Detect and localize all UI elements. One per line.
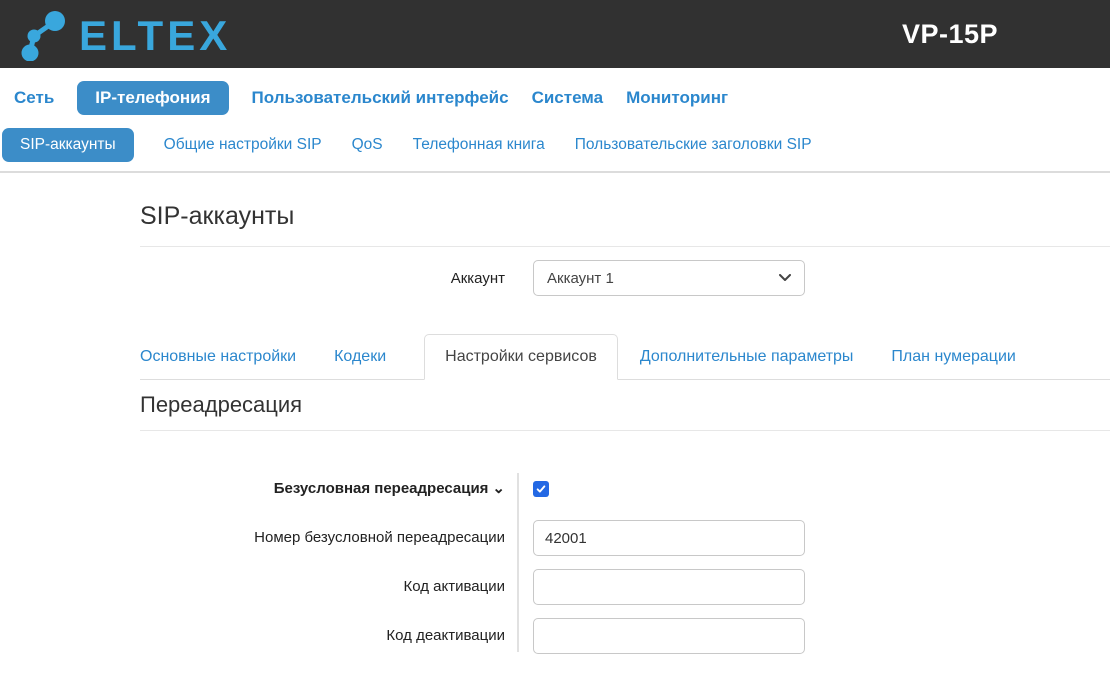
app-header: ELTEX VP-15P	[0, 0, 1110, 68]
page-content: SIP-аккаунты Аккаунт Аккаунт 1 Основные …	[0, 202, 1110, 654]
subnav-item-common-sip-settings[interactable]: Общие настройки SIP	[164, 128, 322, 162]
main-navigation: Сеть IP-телефония Пользовательский интер…	[0, 68, 1110, 128]
chevron-down-icon	[779, 274, 791, 281]
activation-code-row: Код активации	[140, 569, 1110, 605]
tab-basic-settings[interactable]: Основные настройки	[140, 335, 296, 379]
account-selector-row: Аккаунт Аккаунт 1	[140, 260, 1110, 296]
collapse-chevron-icon[interactable]: ⌄	[492, 480, 505, 497]
nav-item-system[interactable]: Система	[532, 81, 604, 115]
subnav-item-sip-accounts[interactable]: SIP-аккаунты	[2, 128, 134, 162]
eltex-wordmark: ELTEX	[79, 12, 231, 59]
sub-navigation: SIP-аккаунты Общие настройки SIP QoS Тел…	[0, 128, 1110, 173]
device-model-title: VP-15P	[901, 18, 998, 49]
subnav-item-qos[interactable]: QoS	[352, 128, 383, 162]
activation-code-input[interactable]	[533, 569, 805, 605]
tab-additional-parameters[interactable]: Дополнительные параметры	[640, 335, 854, 379]
checkmark-icon	[536, 485, 546, 493]
call-forwarding-form: Безусловная переадресация ⌄ Номер безусло…	[140, 471, 1110, 654]
deactivation-code-input[interactable]	[533, 618, 805, 654]
nav-item-monitoring[interactable]: Мониторинг	[626, 81, 728, 115]
forwarding-number-label: Номер безусловной переадресации	[254, 528, 505, 546]
eltex-logo: ELTEX	[13, 7, 248, 61]
unconditional-forwarding-row: Безусловная переадресация ⌄	[140, 471, 1110, 507]
unconditional-forwarding-label: Безусловная переадресация ⌄	[273, 479, 505, 497]
nav-item-user-interface[interactable]: Пользовательский интерфейс	[252, 81, 509, 115]
account-select-value: Аккаунт 1	[547, 269, 614, 287]
activation-code-label: Код активации	[403, 577, 505, 595]
nav-item-network[interactable]: Сеть	[14, 81, 54, 115]
forwarding-number-input[interactable]	[533, 520, 805, 556]
section-title-call-forwarding: Переадресация	[140, 392, 1110, 431]
unconditional-forwarding-checkbox[interactable]	[533, 481, 549, 497]
account-select[interactable]: Аккаунт 1	[533, 260, 805, 296]
forwarding-number-row: Номер безусловной переадресации	[140, 520, 1110, 556]
deactivation-code-row: Код деактивации	[140, 618, 1110, 654]
page-title: SIP-аккаунты	[140, 202, 1110, 247]
account-settings-tabs: Основные настройки Кодеки Настройки серв…	[140, 334, 1110, 380]
tab-dial-plan[interactable]: План нумерации	[891, 335, 1015, 379]
tab-codecs[interactable]: Кодеки	[334, 335, 386, 379]
subnav-item-phonebook[interactable]: Телефонная книга	[413, 128, 545, 162]
subnav-item-custom-sip-headers[interactable]: Пользовательские заголовки SIP	[575, 128, 812, 162]
nav-item-ip-telephony[interactable]: IP-телефония	[77, 81, 229, 115]
tab-service-settings[interactable]: Настройки сервисов	[424, 334, 618, 380]
account-label: Аккаунт	[450, 269, 505, 287]
deactivation-code-label: Код деактивации	[386, 626, 505, 644]
eltex-molecule-icon: ELTEX	[21, 11, 231, 61]
